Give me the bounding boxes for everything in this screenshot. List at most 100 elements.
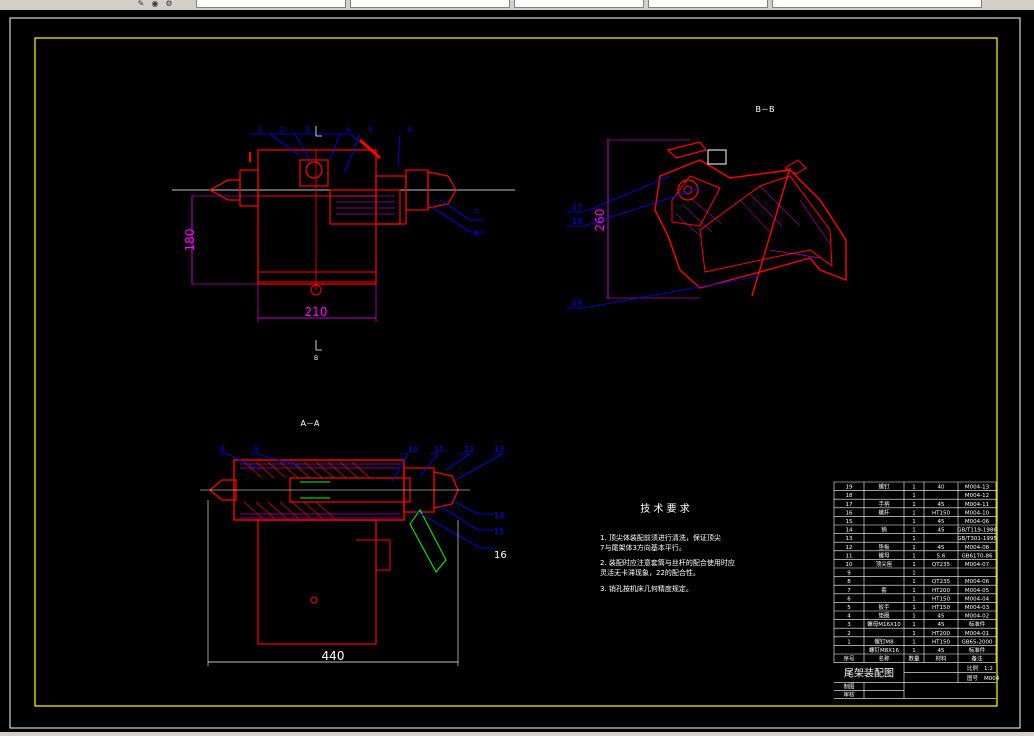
tech-item-1: 1. 顶尖体装配前须进行清洗，保证顶尖 [600,533,721,542]
top-view: 180 210 B [172,126,515,362]
tech-item-3: 2. 装配时应注意套筒与丝杆的配合使用时应 [600,558,735,567]
top-balloon-2: 2 [280,126,284,134]
bom-cell: 5.6 [937,553,946,559]
bom-cell: 手柄 [878,500,890,508]
bom-cell: M004-07 [965,562,990,568]
drawing-no-value: M004 [984,676,1000,682]
bom-cell: 螺杆 [878,508,890,516]
bom-cell: 13 [846,536,853,542]
bom-cell: 45 [938,545,945,551]
bom-cell: 销 [881,526,887,534]
drawn-label: 制图 [843,683,855,691]
bom-cell: HT200 [932,631,950,637]
bom-cell: 1 [912,485,916,491]
bom-cell: 螺母 [878,551,890,559]
bom-cell: 顶尖座 [876,560,893,568]
bom-cell: 1 [912,622,916,628]
bom-cell: 套 [881,586,887,594]
bom-cell: 45 [938,528,945,534]
bom-cell: M004-06 [965,519,990,525]
tech-item-2: 7与尾架体3方向基本平行。 [600,543,686,552]
bom-header-cell: 材料 [935,655,947,663]
bom-cell: M004-01 [965,631,989,637]
bom-cell: M004-04 [965,596,990,602]
linetype-select[interactable] [514,0,644,8]
drawing-canvas[interactable]: 180 210 B B－B 260 17 18 19 A－A 8 9 10 11… [0,10,1034,732]
bom-cell: 1 [912,502,916,508]
bom-cell: 标准件 [969,646,986,654]
bom-cell: 螺钉 [878,483,890,491]
bom-cell: GB/T301-1995 [957,536,997,542]
lineweight-select[interactable] [648,0,768,8]
bom-cell: 1 [912,588,916,594]
checked-label: 审核 [843,691,855,699]
bom-header-cell: 名称 [878,655,890,663]
bom-cell: 1 [912,605,916,611]
section-label-aa: A－A [301,419,320,428]
section-balloon-8: 8 [220,445,225,454]
bom-cell: 45 [938,502,945,508]
bom-cell: 2 [847,631,851,637]
bom-cell: M004-05 [965,588,990,594]
bom-cell: 7 [847,588,851,594]
bom-table: 19 螺钉 1 40 M004-1318 1 M004-1217 手柄 1 45 M004-1116… [833,481,1000,699]
bom-cell: M004-03 [965,605,990,611]
bom-cell: 1 [912,493,916,499]
bom-cell: M004-10 [965,510,990,516]
plotstyle-select[interactable] [772,0,982,8]
bom-cell: HT200 [932,588,950,594]
section-balloon-16: 16 [494,550,507,561]
bom-cell: 11 [846,553,853,559]
bom-header-cell: 序号 [843,655,855,663]
scale-value: 1:2 [984,666,993,672]
top-balloon-6: 6 [408,126,413,134]
bom-cell: GB6170-86 [961,553,993,559]
bom-cell: 6 [847,596,851,602]
bom-cell: QT235 [932,562,951,568]
bom-cell: M004-08 [965,545,990,551]
top-balloon-7: 7 [474,208,478,216]
bom-cell: 螺母M16X10 [867,620,901,628]
bom-cell: 1 [912,631,916,637]
cad-drawing: 180 210 B B－B 260 17 18 19 A－A 8 9 10 11… [9,17,1021,729]
section-balloon-15: 15 [494,527,504,536]
bom-cell: 1 [912,579,916,585]
bom-cell: M004-06 [965,579,990,585]
bom-header-cell: 数量 [908,655,920,663]
tech-item-4: 灵活无卡滞现象，22的配合性。 [600,568,700,577]
section-dim-length: 440 [322,649,345,663]
section-balloon-9: 9 [254,445,259,454]
bom-cell: 1 [912,536,916,542]
bom-cell: M004-02 [965,614,989,620]
bom-cell: 10 [846,562,853,568]
top-balloon-3: 3 [305,126,309,134]
bom-cell: M004-12 [965,493,989,499]
bom-cell: GB65-2000 [961,639,993,645]
bom-cell: HT150 [932,510,950,516]
side-balloon-18: 18 [572,217,582,226]
status-bar [0,732,1034,736]
bom-cell: 1 [912,510,916,516]
tool-icon[interactable]: ✎ [136,0,146,8]
tech-item-5: 3. 销孔按机床几何精度规定。 [600,584,693,593]
color-select[interactable] [350,0,510,8]
layer-icon[interactable]: ◉ [150,0,160,8]
side-balloon-17: 17 [572,203,582,212]
top-balloon-1: 1 [258,126,262,134]
bom-header-cell: 备注 [971,655,983,663]
bom-cell: 45 [938,622,945,628]
bom-cell: 螺钉M8 [874,637,894,645]
drawing-no-label: 图号 [967,674,979,682]
side-dim-height: 260 [593,209,607,232]
bom-cell: 1 [912,639,916,645]
bom-cell: 3 [847,622,851,628]
settings-icon[interactable]: ⚙ [164,0,174,8]
bom-cell: 45 [938,614,945,620]
bom-cell: 45 [938,519,945,525]
bom-cell: 垫圈 [878,612,890,620]
tech-requirements: 技 术 要 求 1. 顶尖体装配前须进行清洗，保证顶尖 7与尾架体3方向基本平行… [600,502,735,593]
layer-select[interactable] [196,0,346,8]
top-balloon-8: 8 [474,230,478,238]
bom-cell: 45 [938,648,945,654]
bom-cell: 1 [912,553,916,559]
